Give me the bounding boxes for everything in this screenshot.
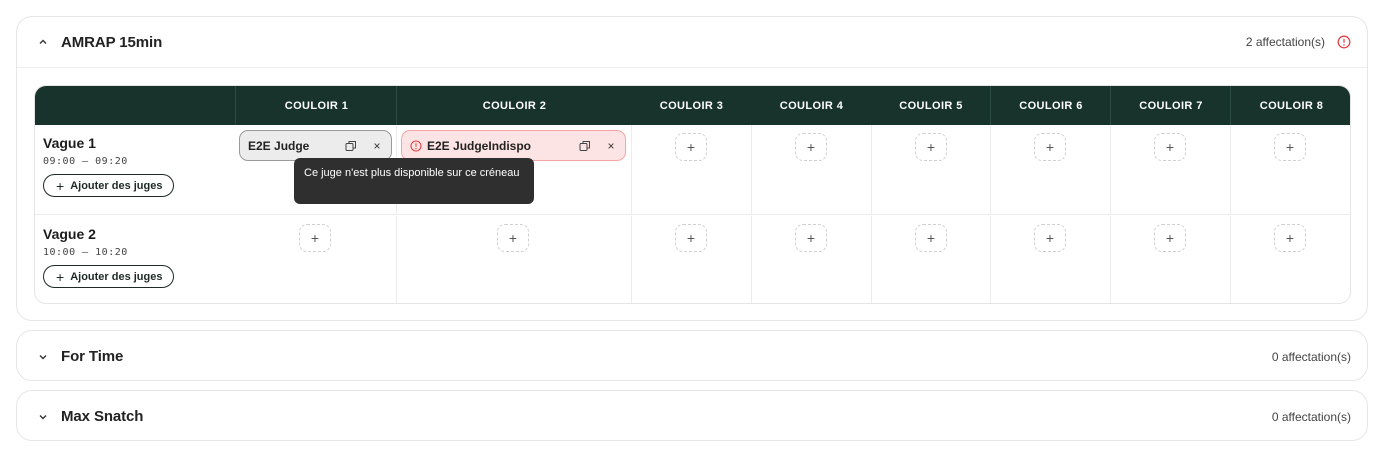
add-judge-slot[interactable]: + bbox=[1274, 224, 1306, 252]
section-title: AMRAP 15min bbox=[61, 33, 163, 51]
cell-divider bbox=[871, 216, 872, 303]
cell-divider bbox=[1230, 125, 1231, 214]
chevron-up-icon[interactable] bbox=[37, 36, 49, 48]
wave-row: Vague 1 09:00 – 09:20 + Ajouter des juges… bbox=[35, 125, 1350, 215]
add-judges-button[interactable]: + Ajouter des juges bbox=[43, 174, 175, 197]
judge-chip[interactable]: E2E Judge × bbox=[239, 130, 392, 161]
event-section-for-time: For Time 0 affectation(s) bbox=[16, 330, 1368, 381]
add-judges-button[interactable]: + Ajouter des juges bbox=[43, 265, 175, 288]
column-header: COULOIR 5 bbox=[899, 99, 963, 112]
section-header[interactable]: Max Snatch 0 affectation(s) bbox=[17, 391, 1367, 442]
warning-icon bbox=[1337, 35, 1351, 49]
cell-divider bbox=[751, 125, 752, 214]
wave-name: Vague 1 bbox=[43, 135, 96, 151]
wave-label-cell: Vague 2 10:00 – 10:20 + Ajouter des juges bbox=[35, 216, 235, 303]
add-judge-slot[interactable]: + bbox=[675, 224, 707, 252]
section-title: Max Snatch bbox=[61, 408, 144, 425]
section-header[interactable]: AMRAP 15min 2 affectation(s) bbox=[17, 17, 1367, 68]
column-header: COULOIR 1 bbox=[235, 86, 397, 125]
assignment-count: 0 affectation(s) bbox=[1271, 409, 1351, 424]
column-header: COULOIR 3 bbox=[659, 99, 724, 112]
assignment-grid: COULOIR 1 COULOIR 2 COULOIR 3 COULOIR 4 … bbox=[34, 85, 1351, 304]
judge-name: E2E JudgeIndispo bbox=[427, 138, 532, 153]
add-judge-slot[interactable]: + bbox=[675, 133, 707, 161]
column-header: COULOIR 4 bbox=[779, 99, 844, 112]
cell-divider bbox=[1110, 216, 1111, 303]
plus-icon: + bbox=[56, 177, 65, 194]
plus-icon: + bbox=[56, 268, 65, 285]
add-judges-label: Ajouter des juges bbox=[70, 179, 163, 192]
add-judge-slot[interactable]: + bbox=[1274, 133, 1306, 161]
add-judge-slot[interactable]: + bbox=[1154, 224, 1186, 252]
cell-divider bbox=[396, 216, 397, 303]
column-header: COULOIR 7 bbox=[1110, 86, 1231, 125]
add-judge-slot[interactable]: + bbox=[1154, 133, 1186, 161]
remove-icon[interactable]: × bbox=[371, 139, 383, 153]
assignment-count: 0 affectation(s) bbox=[1271, 349, 1351, 364]
assignment-count: 2 affectation(s) bbox=[1245, 35, 1325, 49]
event-section-max-snatch: Max Snatch 0 affectation(s) bbox=[16, 390, 1368, 441]
add-judge-slot[interactable]: + bbox=[299, 224, 331, 252]
warning-icon bbox=[410, 139, 422, 152]
cell-divider bbox=[1110, 125, 1111, 214]
judge-name: E2E Judge bbox=[248, 138, 310, 153]
grid-header: COULOIR 1 COULOIR 2 COULOIR 3 COULOIR 4 … bbox=[35, 86, 1350, 125]
header-empty-cell bbox=[35, 86, 235, 125]
copy-icon[interactable] bbox=[579, 140, 591, 152]
section-title: For Time bbox=[61, 348, 124, 365]
wave-name: Vague 2 bbox=[43, 226, 96, 242]
cell-divider bbox=[990, 216, 991, 303]
add-judge-slot[interactable]: + bbox=[915, 133, 947, 161]
add-judge-slot[interactable]: + bbox=[1034, 224, 1066, 252]
unavailable-tooltip: Ce juge n'est plus disponible sur ce cré… bbox=[294, 158, 534, 204]
wave-row: Vague 2 10:00 – 10:20 + Ajouter des juges… bbox=[35, 216, 1350, 303]
add-judge-slot[interactable]: + bbox=[497, 224, 529, 252]
add-judge-slot[interactable]: + bbox=[795, 224, 827, 252]
remove-icon[interactable]: × bbox=[605, 139, 617, 153]
add-judges-label: Ajouter des juges bbox=[70, 270, 163, 283]
add-judge-slot[interactable]: + bbox=[915, 224, 947, 252]
cell-divider bbox=[990, 125, 991, 214]
cell-divider bbox=[631, 216, 632, 303]
wave-label-cell: Vague 1 09:00 – 09:20 + Ajouter des juges bbox=[35, 125, 235, 214]
wave-time: 10:00 – 10:20 bbox=[43, 247, 128, 258]
column-header: COULOIR 6 bbox=[990, 86, 1111, 125]
cell-divider bbox=[1230, 216, 1231, 303]
add-judge-slot[interactable]: + bbox=[1034, 133, 1066, 161]
column-header: COULOIR 8 bbox=[1230, 86, 1350, 125]
cell-divider bbox=[631, 125, 632, 214]
chevron-down-icon[interactable] bbox=[37, 411, 49, 423]
cell-divider bbox=[871, 125, 872, 214]
column-header: COULOIR 2 bbox=[396, 86, 632, 125]
event-section-amrap: AMRAP 15min 2 affectation(s) COULOIR 1 C… bbox=[16, 16, 1368, 321]
section-header[interactable]: For Time 0 affectation(s) bbox=[17, 331, 1367, 382]
cell-divider bbox=[751, 216, 752, 303]
add-judge-slot[interactable]: + bbox=[795, 133, 827, 161]
judge-chip-unavailable[interactable]: E2E JudgeIndispo × bbox=[401, 130, 626, 161]
wave-time: 09:00 – 09:20 bbox=[43, 156, 128, 167]
chevron-down-icon[interactable] bbox=[37, 351, 49, 363]
copy-icon[interactable] bbox=[345, 140, 357, 152]
